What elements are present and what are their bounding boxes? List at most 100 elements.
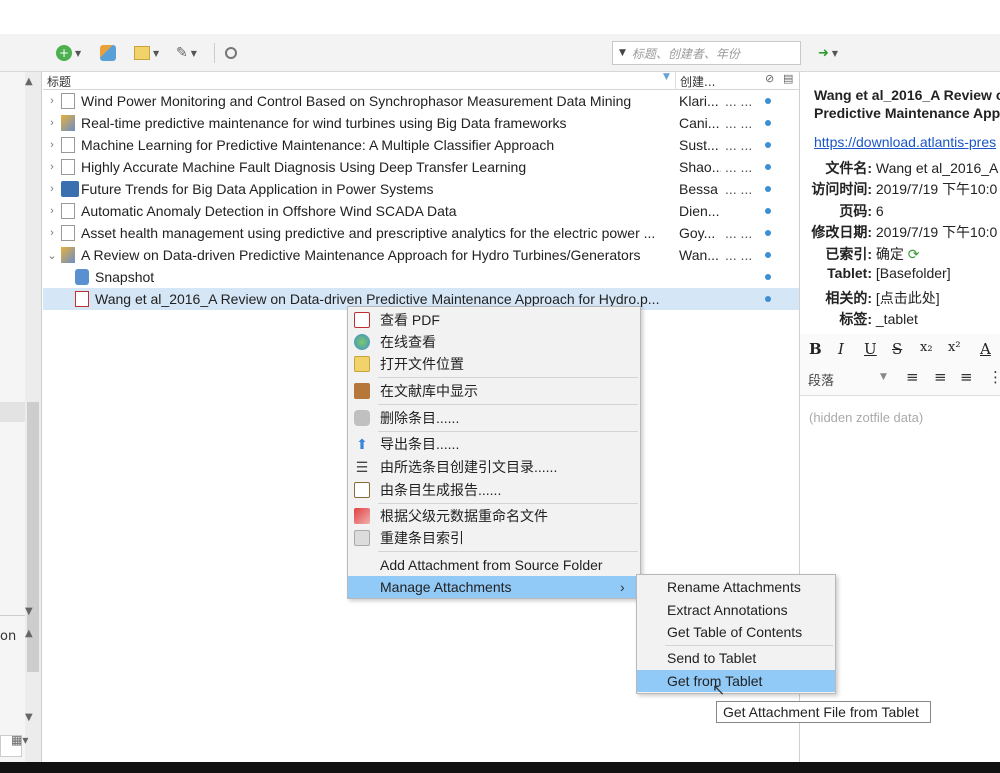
chevron-right-icon[interactable]: › <box>43 139 61 151</box>
menu-item-delete[interactable]: 删除条目...... <box>348 407 640 429</box>
locate-button[interactable]: ➜ ▼ <box>818 43 838 63</box>
attachment-url-link[interactable]: https://download.atlantis-pres <box>814 134 996 150</box>
tag-selector-menu-icon[interactable]: ▦▾ <box>11 733 28 747</box>
refresh-icon[interactable]: ⟳ <box>908 246 920 262</box>
chevron-right-icon[interactable]: › <box>43 183 61 195</box>
menu-separator <box>378 431 638 432</box>
superscript-icon[interactable]: x² <box>948 340 961 355</box>
table-row[interactable]: Snapshot <box>43 266 799 288</box>
bold-icon[interactable]: B <box>809 340 822 358</box>
toolbar: + ▼ ▼ ✎ ▼ ➜ ▼ <box>0 34 1000 72</box>
table-row[interactable]: › Wind Power Monitoring and Control Base… <box>43 90 799 112</box>
search-input[interactable]: ▼ 标题、创建者、年份 <box>612 41 801 65</box>
item-title-line1: Wang et al_2016_A Review o <box>814 87 1000 103</box>
scroll-down-icon[interactable]: ▼ <box>25 606 33 617</box>
menu-item-label: 在文献库中显示 <box>380 383 478 399</box>
table-row[interactable]: › Highly Accurate Machine Fault Diagnosi… <box>43 156 799 178</box>
menu-item-get-from-tablet[interactable]: Get from Tablet <box>637 670 835 692</box>
note-format-toolbar: B I U S x₂ x² A 段落 ▼ ≡ ≡ ≡ ⋮ <box>800 334 1000 396</box>
chevron-right-icon[interactable]: › <box>43 227 61 239</box>
document-icon <box>61 159 75 175</box>
menu-item-reindex[interactable]: 重建条目索引 <box>348 527 640 549</box>
scroll-down-icon[interactable]: ▼ <box>25 712 33 723</box>
table-row[interactable]: › Machine Learning for Predictive Mainte… <box>43 134 799 156</box>
table-row[interactable]: › Future Trends for Big Data Application… <box>43 178 799 200</box>
chevron-right-icon[interactable]: › <box>43 117 61 129</box>
chevron-down-icon: ▼ <box>75 48 82 58</box>
row-title: Real-time predictive maintenance for win… <box>81 115 567 131</box>
table-row[interactable]: › Automatic Anomaly Detection in Offshor… <box>43 200 799 222</box>
menu-item-view-pdf[interactable]: 查看 PDF <box>348 309 640 331</box>
field-value[interactable]: _tablet <box>876 311 918 327</box>
menu-item-generate-report[interactable]: 由条目生成报告...... <box>348 479 640 501</box>
collection-selected[interactable] <box>0 402 25 422</box>
row-date: ... ... <box>725 181 753 197</box>
row-date: ... ... <box>725 137 753 153</box>
chevron-down-icon[interactable]: ▼ <box>880 372 887 382</box>
underline-icon[interactable]: U <box>864 340 877 358</box>
chevron-right-icon[interactable]: › <box>43 161 61 173</box>
menu-item-rename-from-parent[interactable]: 根据父级元数据重命名文件 <box>348 505 640 527</box>
column-creator[interactable]: 创建... <box>680 73 715 90</box>
align-center-icon[interactable]: ≡ <box>934 368 947 386</box>
chevron-right-icon[interactable]: › <box>43 95 61 107</box>
menu-item-label: 打开文件位置 <box>380 356 464 372</box>
align-left-icon[interactable]: ≡ <box>906 368 919 386</box>
column-header: 标题 ▼ 创建... ⊘ ▤ <box>43 72 799 90</box>
scroll-up-icon[interactable]: ▲ <box>25 76 33 87</box>
table-row[interactable]: › Asset health management using predicti… <box>43 222 799 244</box>
menu-item-manage-attachments[interactable]: Manage Attachments › <box>348 576 640 598</box>
globe-icon <box>354 334 370 350</box>
chevron-right-icon[interactable]: › <box>43 205 61 217</box>
new-note-button[interactable]: ▼ <box>134 43 159 63</box>
note-content[interactable]: (hidden zotfile data) <box>809 410 923 425</box>
bullet-list-icon[interactable]: ⋮ <box>988 368 1000 386</box>
field-value[interactable]: 6 <box>876 203 884 219</box>
row-title: Machine Learning for Predictive Maintena… <box>81 137 555 153</box>
field-label: 访问时间: <box>811 181 872 197</box>
chevron-down-icon[interactable]: ⌄ <box>43 249 61 262</box>
row-title: Snapshot <box>95 269 155 285</box>
menu-item-rename-attachments[interactable]: Rename Attachments <box>637 576 835 598</box>
field-value[interactable]: 2019/7/19 下午10:0 <box>876 181 997 197</box>
column-title[interactable]: 标题 <box>47 73 71 90</box>
attachment-dot-icon <box>765 98 771 104</box>
conference-paper-icon <box>61 247 75 263</box>
menu-item-label: 删除条目...... <box>380 410 460 426</box>
attachment-column-icon[interactable]: ⊘ <box>765 72 774 85</box>
menu-separator <box>378 551 638 552</box>
add-attachment-button[interactable]: ✎ ▼ <box>176 43 197 63</box>
advanced-search-button[interactable] <box>225 43 237 63</box>
menu-item-show-in-library[interactable]: 在文献库中显示 <box>348 380 640 402</box>
table-row[interactable]: ⌄ A Review on Data-driven Predictive Mai… <box>43 244 799 266</box>
row-creator: Dien... <box>679 203 720 219</box>
menu-item-export[interactable]: ⬆ 导出条目...... <box>348 433 640 455</box>
table-row[interactable]: › Real-time predictive maintenance for w… <box>43 112 799 134</box>
subscript-icon[interactable]: x₂ <box>920 340 933 355</box>
submenu: Rename Attachments Extract Annotations G… <box>636 574 836 694</box>
add-by-identifier-button[interactable] <box>100 43 116 63</box>
strikethrough-icon[interactable]: S <box>892 340 902 358</box>
document-icon <box>61 203 75 219</box>
align-right-icon[interactable]: ≡ <box>960 368 973 386</box>
collections-scrollbar[interactable] <box>25 72 41 762</box>
field-value[interactable]: [点击此处] <box>876 290 940 306</box>
menu-item-label: Rename Attachments <box>667 579 801 595</box>
paragraph-format-select[interactable]: 段落 <box>808 370 834 389</box>
search-mode-dropdown-icon[interactable]: ▼ <box>619 48 626 58</box>
menu-item-extract-annotations[interactable]: Extract Annotations <box>637 599 835 621</box>
field-value[interactable]: Wang et al_2016_A <box>876 160 998 176</box>
menu-item-get-toc[interactable]: Get Table of Contents <box>637 621 835 643</box>
menu-item-create-bibliography[interactable]: ☰ 由所选条目创建引文目录...... <box>348 456 640 478</box>
row-date: ... ... <box>725 159 753 175</box>
text-color-icon[interactable]: A <box>980 340 991 358</box>
menu-item-view-online[interactable]: 在线查看 <box>348 331 640 353</box>
new-item-button[interactable]: + ▼ <box>56 43 81 63</box>
menu-item-add-attachment-source[interactable]: Add Attachment from Source Folder <box>348 554 640 576</box>
column-picker-icon[interactable]: ▤ <box>783 72 793 85</box>
menu-item-open-folder[interactable]: 打开文件位置 <box>348 353 640 375</box>
scroll-up-icon[interactable]: ▲ <box>25 628 33 639</box>
menu-item-label: 查看 PDF <box>380 312 440 328</box>
italic-icon[interactable]: I <box>838 340 844 358</box>
menu-item-send-to-tablet[interactable]: Send to Tablet <box>637 647 835 669</box>
